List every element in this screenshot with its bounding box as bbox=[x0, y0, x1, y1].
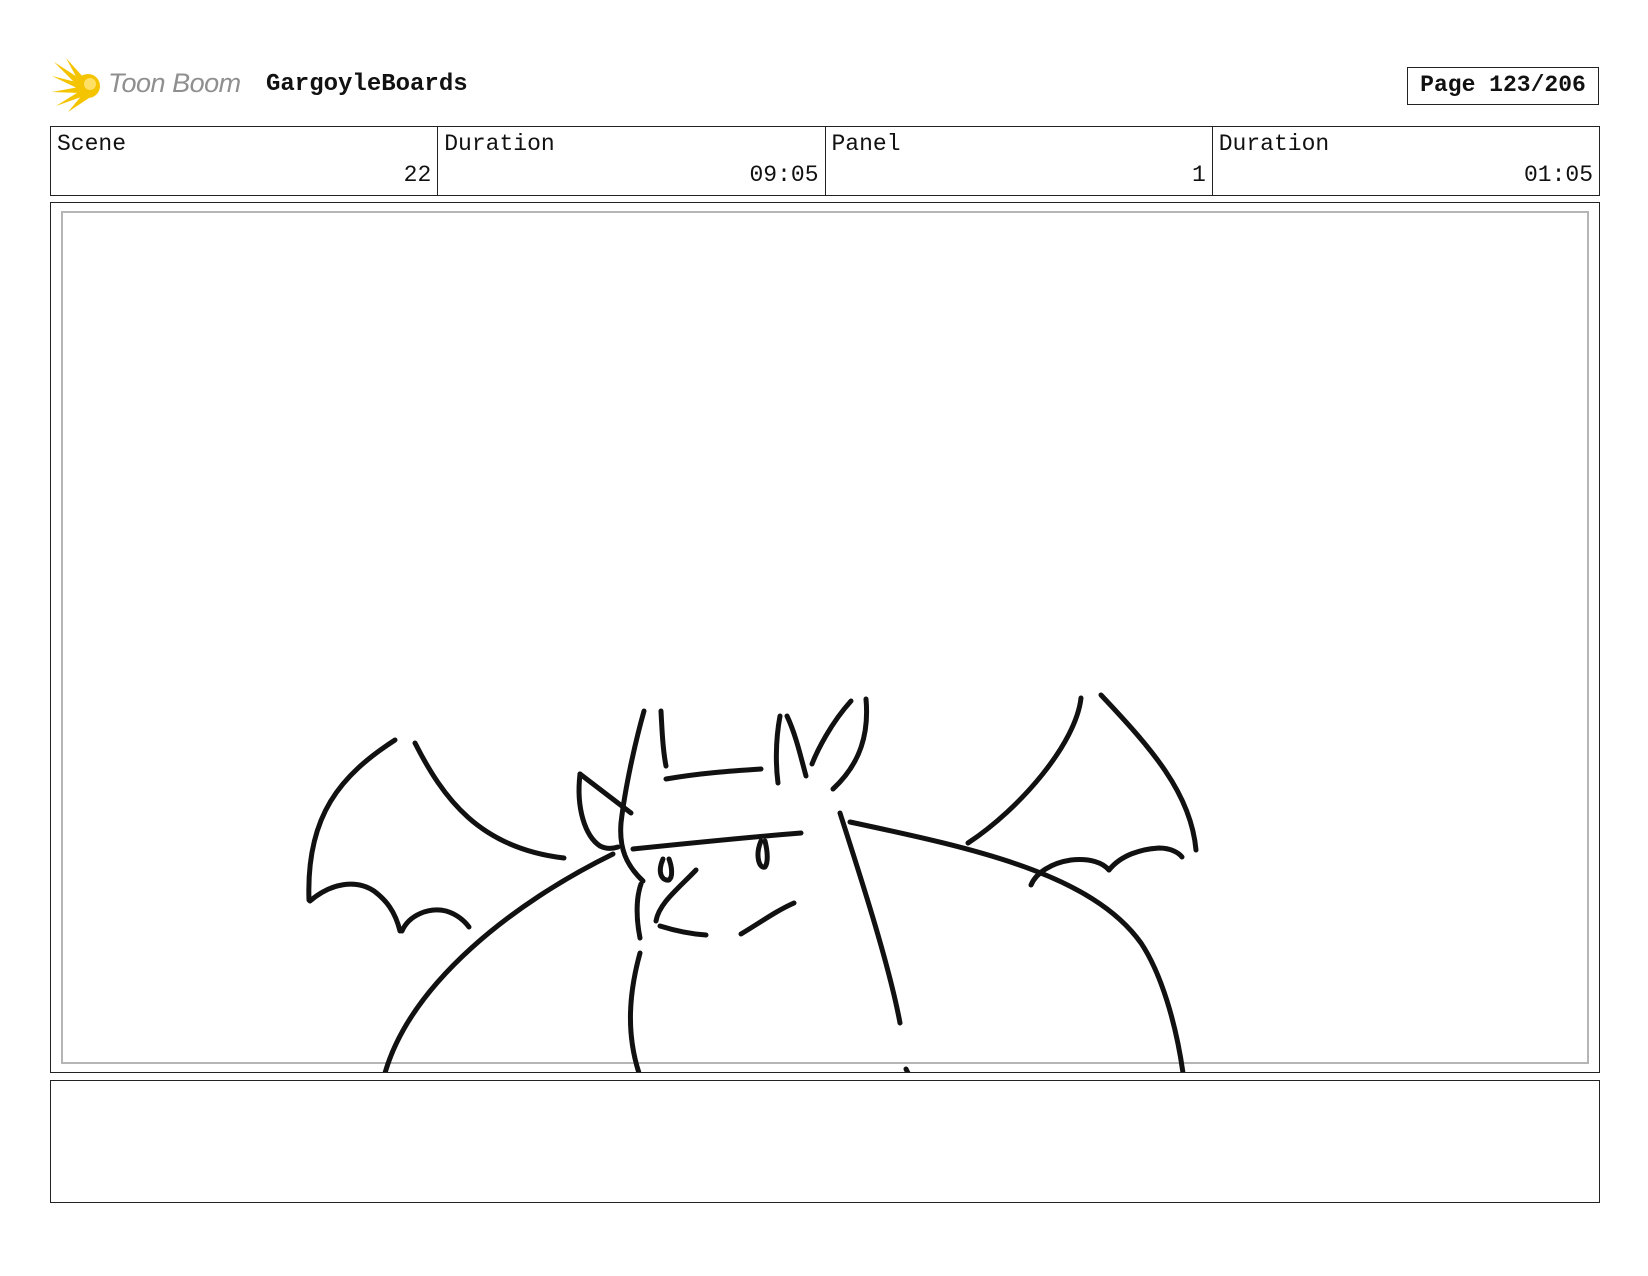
body-bottom-mark bbox=[903, 1066, 911, 1072]
right-wing-inner-stroke bbox=[965, 695, 1084, 846]
chest-stroke bbox=[628, 950, 643, 1072]
scene-duration-cell: Duration 09:05 bbox=[437, 127, 824, 195]
head-top-stroke bbox=[663, 766, 764, 782]
gargoyle-sketch bbox=[306, 692, 1199, 1072]
right-wing-scallop-1 bbox=[1028, 857, 1112, 888]
right-wing-outer-stroke bbox=[1098, 692, 1199, 853]
panel-notes-box bbox=[50, 1080, 1600, 1203]
scene-cell: Scene 22 bbox=[51, 127, 437, 195]
left-wing-scallop-1 bbox=[307, 881, 403, 934]
left-wing-inner-stroke bbox=[412, 740, 567, 861]
scene-duration-label: Duration bbox=[444, 131, 555, 157]
left-eye bbox=[657, 856, 675, 883]
mouth-right bbox=[738, 900, 797, 937]
right-ear-inner bbox=[830, 696, 870, 792]
left-wing-scallop-2 bbox=[399, 907, 472, 934]
toon-boom-logo: Toon Boom bbox=[52, 58, 252, 112]
right-eye bbox=[755, 838, 770, 870]
head-left-side bbox=[618, 708, 647, 884]
logo-text: Toon Boom bbox=[108, 68, 241, 98]
horn-right-left-side bbox=[773, 713, 783, 786]
horn-left bbox=[658, 708, 669, 769]
scene-value: 22 bbox=[403, 162, 432, 188]
toon-boom-starburst-icon bbox=[52, 58, 100, 112]
right-wing-scallop-2 bbox=[1106, 845, 1185, 873]
neck-stroke bbox=[634, 881, 644, 941]
panel-label: Panel bbox=[831, 131, 901, 157]
panel-value: 1 bbox=[1191, 162, 1206, 188]
scene-duration-value: 09:05 bbox=[749, 162, 819, 188]
body-left-outline bbox=[382, 851, 616, 1072]
mouth-left bbox=[657, 923, 709, 938]
project-title: GargoyleBoards bbox=[266, 71, 468, 98]
brow-stroke bbox=[630, 830, 804, 852]
panel-duration-cell: Duration 01:05 bbox=[1211, 127, 1599, 195]
scene-info-table: Scene 22 Duration 09:05 Panel 1 Duration… bbox=[50, 126, 1600, 196]
left-wing-top-stroke bbox=[306, 737, 398, 903]
page-indicator: Page 123/206 bbox=[1407, 67, 1599, 105]
horn-right-right-side bbox=[784, 713, 809, 779]
scene-label: Scene bbox=[57, 131, 127, 157]
panel-duration-value: 01:05 bbox=[1523, 162, 1593, 188]
body-center-line bbox=[837, 810, 903, 1026]
body-right-outline bbox=[847, 819, 1186, 1072]
storyboard-panel bbox=[50, 202, 1600, 1073]
panel-cell: Panel 1 bbox=[824, 127, 1212, 195]
panel-duration-label: Duration bbox=[1218, 131, 1330, 157]
right-ear-outer bbox=[809, 698, 854, 767]
